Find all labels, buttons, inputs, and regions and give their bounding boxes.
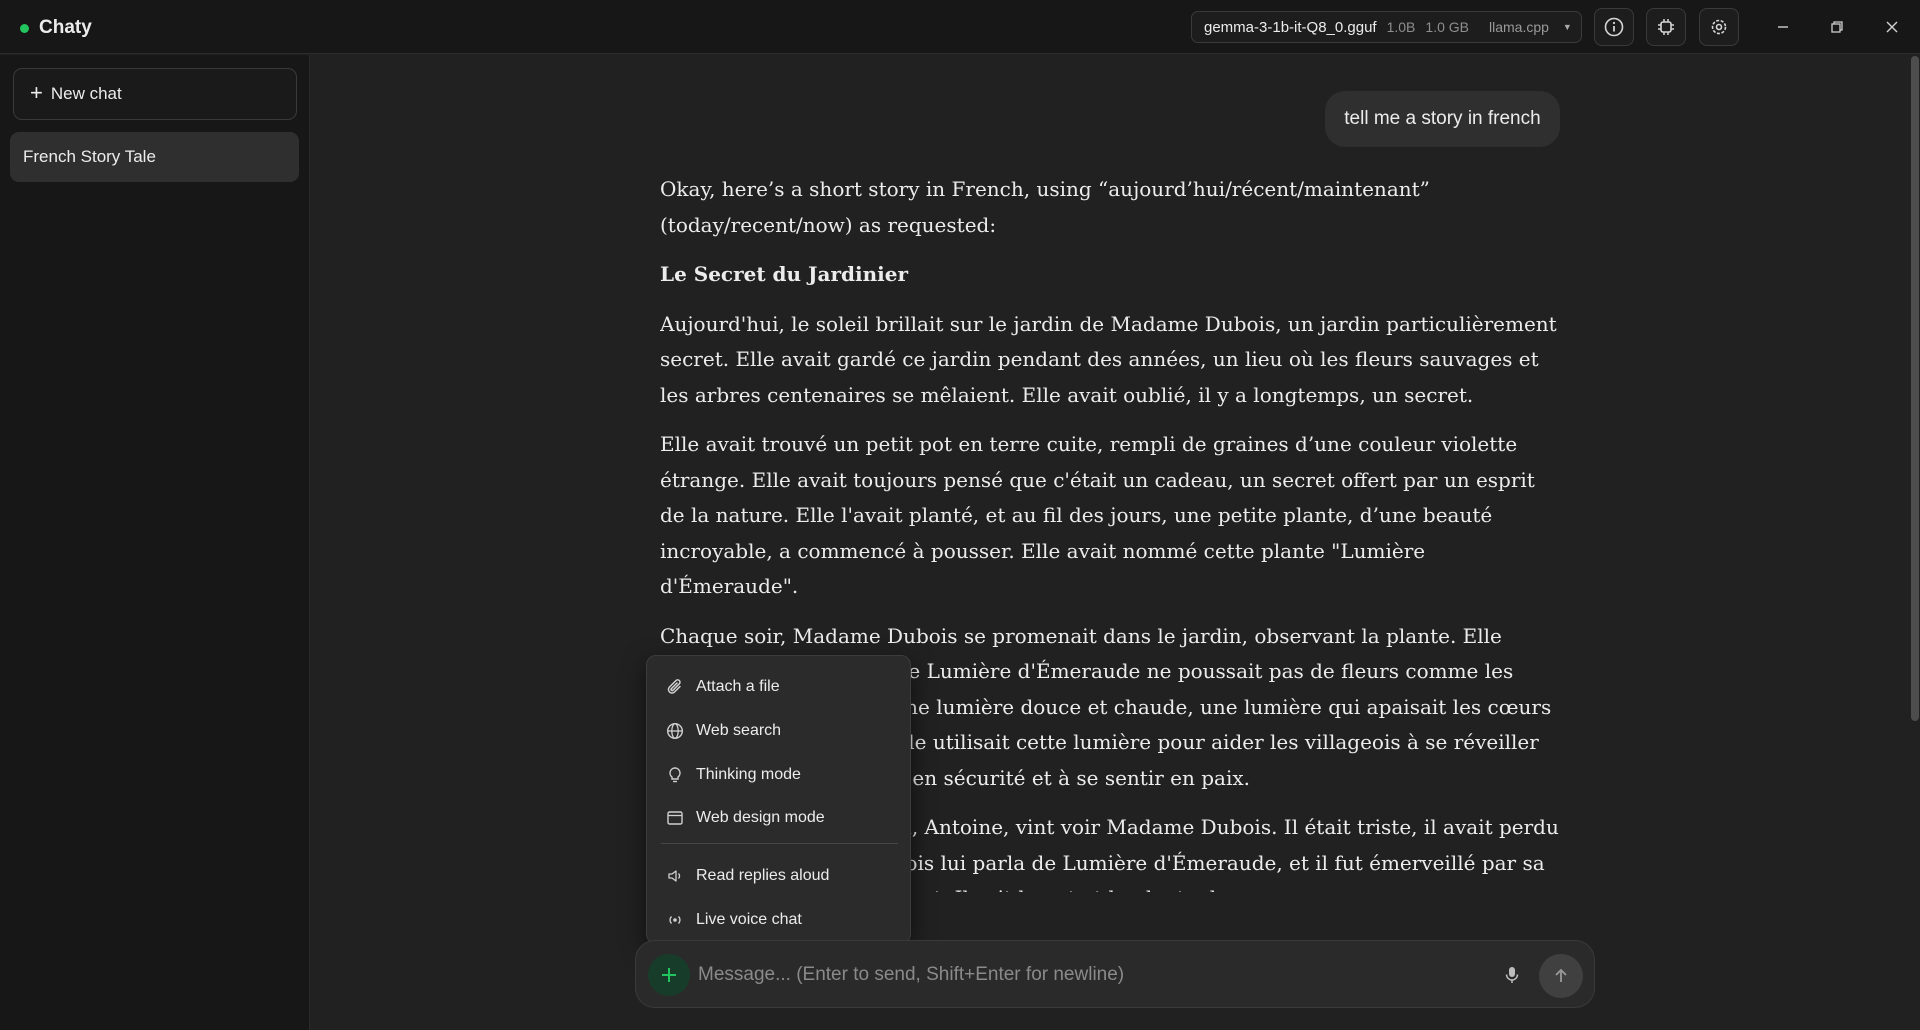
arrow-up-icon xyxy=(1555,968,1567,982)
menu-item-read-aloud[interactable]: Read replies aloud xyxy=(655,856,904,896)
app-title: Chaty xyxy=(39,17,92,38)
user-message-text: tell me a story in french xyxy=(1344,108,1541,129)
paperclip-icon xyxy=(667,679,681,694)
message-input[interactable] xyxy=(698,959,1478,991)
extensions-button[interactable] xyxy=(1646,8,1686,46)
menu-item-thinking-mode[interactable]: Thinking mode xyxy=(655,755,904,795)
microphone-button[interactable] xyxy=(1498,961,1526,989)
chip-icon xyxy=(1658,19,1674,35)
info-button[interactable] xyxy=(1594,8,1634,46)
gear-icon xyxy=(1711,19,1727,35)
model-selector[interactable]: gemma-3-1b-it-Q8_0.gguf 1.0B 1.0 GB llam… xyxy=(1191,11,1582,43)
status-dot-icon xyxy=(20,23,29,33)
user-message: tell me a story in french xyxy=(1325,91,1560,147)
assistant-paragraph: Elle avait trouvé un petit pot en terre … xyxy=(660,432,1535,598)
menu-item-label: Attach a file xyxy=(696,678,780,695)
menu-item-web-design-mode[interactable]: Web design mode xyxy=(655,798,904,838)
menu-item-label: Live voice chat xyxy=(696,911,802,928)
story-title: Le Secret du Jardinier xyxy=(660,262,908,286)
globe-icon xyxy=(666,722,684,740)
plus-icon xyxy=(662,968,676,982)
menu-item-web-search[interactable]: Web search xyxy=(655,711,904,751)
plus-icon: + xyxy=(30,80,43,105)
restore-icon xyxy=(1831,21,1843,33)
new-chat-label: New chat xyxy=(50,84,122,103)
settings-button[interactable] xyxy=(1699,8,1739,46)
menu-item-label: Web design mode xyxy=(696,809,825,826)
sidebar-chat-item[interactable]: French Story Tale xyxy=(10,132,299,182)
model-params: 1.0B xyxy=(1386,19,1416,35)
model-name: gemma-3-1b-it-Q8_0.gguf xyxy=(1204,18,1377,36)
broadcast-icon xyxy=(669,916,681,924)
assistant-paragraph: Aujourd'hui, le soleil brillait sur le j… xyxy=(660,311,1557,407)
chat-title: French Story Tale xyxy=(23,147,156,166)
lightbulb-icon xyxy=(669,767,681,783)
menu-item-live-voice-chat[interactable]: Live voice chat xyxy=(655,900,904,940)
minimize-button[interactable] xyxy=(1768,12,1798,42)
message-composer xyxy=(635,940,1595,1008)
menu-item-label: Thinking mode xyxy=(696,766,801,783)
title-bar: Chaty gemma-3-1b-it-Q8_0.gguf 1.0B 1.0 G… xyxy=(0,0,1920,54)
close-icon xyxy=(1886,21,1898,33)
scrollbar[interactable] xyxy=(1910,55,1920,1030)
minimize-icon xyxy=(1778,26,1788,28)
info-icon xyxy=(1604,17,1624,37)
composer-actions-button[interactable] xyxy=(648,954,690,996)
sidebar: + New chat French Story Tale xyxy=(0,55,310,1030)
chevron-down-icon: ▼ xyxy=(1562,22,1572,32)
maximize-button[interactable] xyxy=(1822,12,1852,42)
menu-item-label: Web search xyxy=(696,722,782,739)
close-button[interactable] xyxy=(1877,12,1907,42)
menu-item-label: Read replies aloud xyxy=(696,867,830,884)
microphone-icon xyxy=(1505,967,1519,983)
new-chat-button[interactable]: + New chat xyxy=(13,68,297,120)
model-engine: llama.cpp xyxy=(1489,19,1549,35)
composer-actions-menu: Attach a file Web search Thinking mode W… xyxy=(646,655,911,944)
scrollbar-thumb[interactable] xyxy=(1911,56,1919,721)
app-brand: Chaty xyxy=(20,17,92,39)
speaker-icon xyxy=(668,870,681,882)
browser-window-icon xyxy=(667,811,683,825)
model-size: 1.0 GB xyxy=(1425,19,1469,35)
send-button[interactable] xyxy=(1539,954,1583,998)
menu-item-attach-file[interactable]: Attach a file xyxy=(655,667,904,707)
assistant-paragraph: Okay, here’s a short story in French, us… xyxy=(660,177,1430,237)
menu-divider xyxy=(661,843,898,844)
